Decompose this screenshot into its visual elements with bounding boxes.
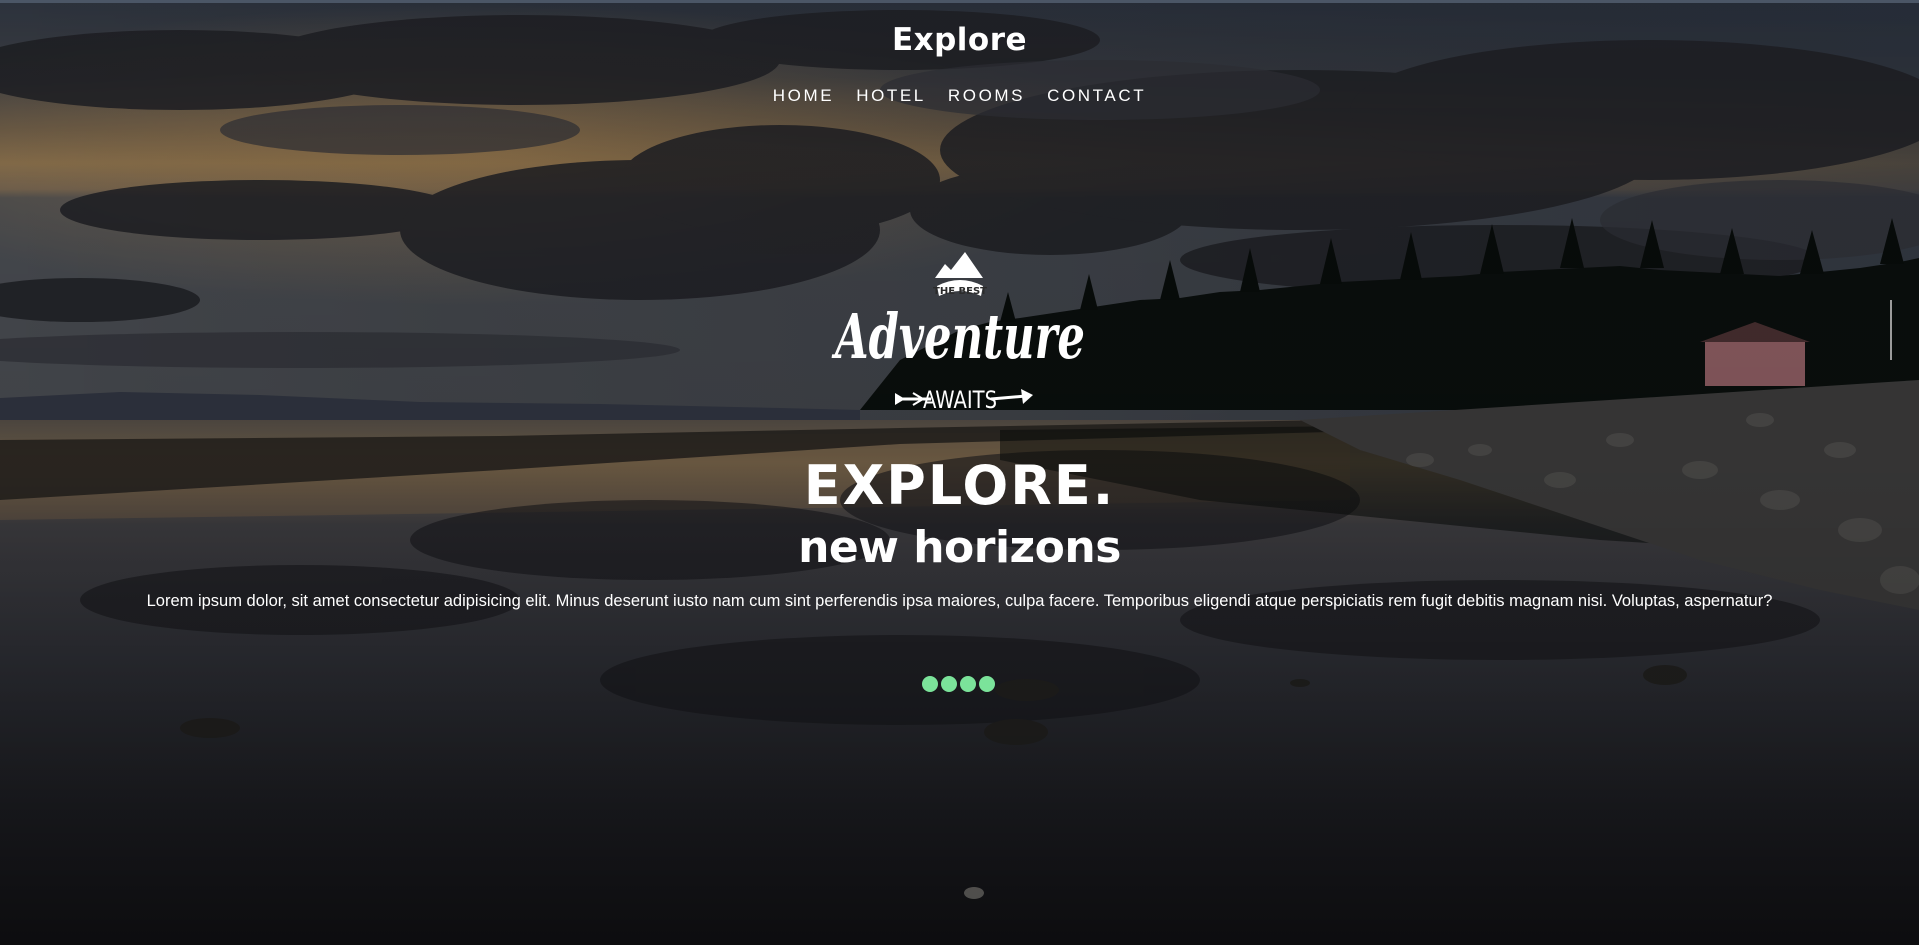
top-strip [0, 0, 1919, 3]
hero-headline: EXPLORE. [803, 454, 1116, 517]
main-nav: HOME HOTEL ROOMS CONTACT [0, 85, 1919, 107]
logo-line3: AWAITS [923, 386, 997, 414]
slider-dot-3[interactable] [960, 676, 976, 692]
logo-line1: THE BEST [933, 286, 987, 297]
logo-line2: Adventure [832, 300, 1085, 373]
nav-home-link[interactable]: HOME [773, 85, 834, 107]
slider-dot-1[interactable] [922, 676, 938, 692]
nav-rooms-link[interactable]: ROOMS [948, 85, 1025, 107]
hero-subheadline: new horizons [798, 522, 1121, 573]
nav-contact-link[interactable]: CONTACT [1047, 85, 1146, 107]
slider-dots [922, 676, 995, 692]
slider-dot-4[interactable] [979, 676, 995, 692]
mountain-icon [935, 252, 983, 278]
hero-description: Lorem ipsum dolor, sit amet consectetur … [146, 592, 1773, 610]
adventure-awaits-logo: THE BEST Adventure AWAITS [832, 252, 1085, 414]
slider-dot-2[interactable] [941, 676, 957, 692]
brand-title[interactable]: Explore [0, 22, 1919, 58]
nav-hotel-link[interactable]: HOTEL [856, 85, 926, 107]
hero-section: Explore HOME HOTEL ROOMS CONTACT THE BES… [0, 0, 1919, 945]
